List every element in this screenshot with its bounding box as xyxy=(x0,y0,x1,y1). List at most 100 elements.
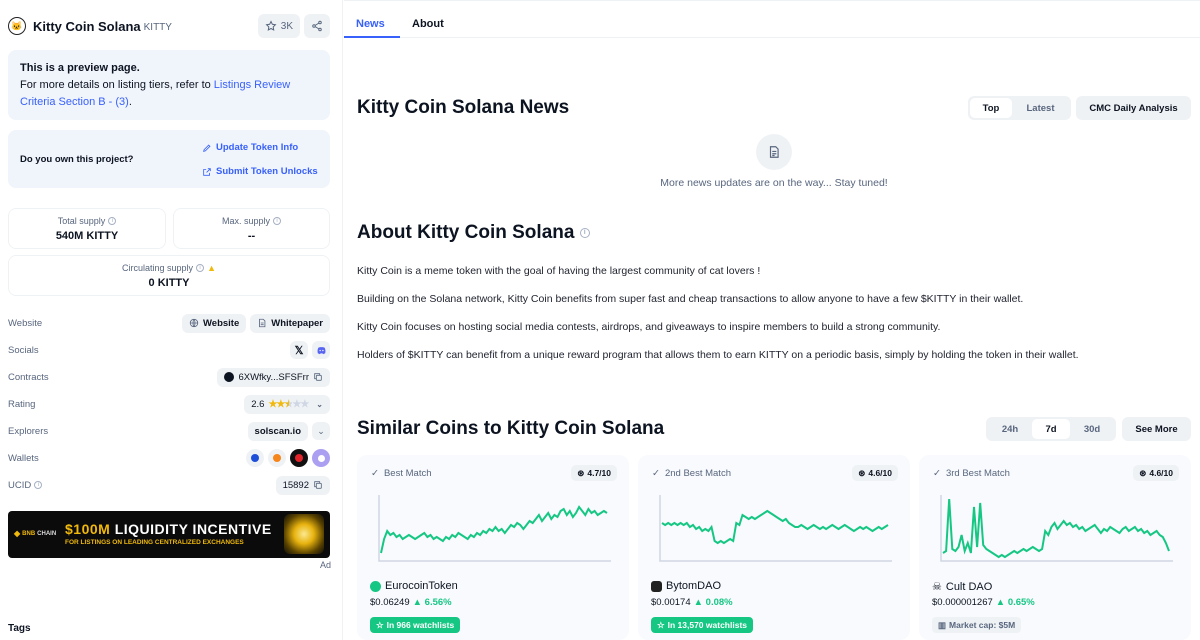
sparkline-series xyxy=(661,509,889,545)
document-icon xyxy=(259,318,266,328)
ad-label: Ad xyxy=(320,560,332,570)
score-icon: ⊛ xyxy=(1139,467,1147,478)
website-row: Website Website Whitepaper xyxy=(8,313,330,333)
match-label: 3rd Best Match xyxy=(945,468,1010,479)
rating-value: 2.6 xyxy=(251,398,265,410)
preview-notice: This is a preview page. For more details… xyxy=(8,50,330,120)
info-icon[interactable]: i xyxy=(196,264,205,272)
circulating-supply-value: 0 KITTY xyxy=(148,277,190,289)
similar-coin-card[interactable]: ✓ 2nd Best Match ⊛ 4.6/10 BytomDAO $0.0017… xyxy=(638,455,910,640)
ad-banner[interactable]: ◆ BNB CHAIN $100M LIQUIDITY INCENTIVE FOR … xyxy=(8,511,330,558)
explorer-link[interactable]: solscan.io xyxy=(247,421,308,441)
explorer-value: solscan.io xyxy=(254,425,301,437)
total-supply-value: 540M KITTY xyxy=(55,230,119,242)
coin-price: $0.000001267 xyxy=(932,597,993,608)
star-icon: ☆ xyxy=(657,619,665,630)
external-link-icon xyxy=(203,167,211,176)
cmc-daily-analysis-button[interactable]: CMC Daily Analysis xyxy=(1076,96,1191,120)
coin-logo-icon xyxy=(651,580,662,592)
copy-icon xyxy=(314,481,322,489)
wallet-icon-4[interactable] xyxy=(312,449,330,467)
about-title-text: About Kitty Coin Solana xyxy=(357,222,575,243)
wallet-icon-2[interactable] xyxy=(268,449,286,467)
up-arrow-icon: ▲ xyxy=(412,597,425,608)
coin-header: 🐱 Kitty Coin Solana KITTY 3K xyxy=(8,14,330,38)
star-count: 3K xyxy=(280,20,293,32)
website-button-label: Website xyxy=(203,317,240,329)
wallet-icon-1[interactable] xyxy=(246,449,264,467)
news-document-icon xyxy=(756,134,792,170)
match-score: ⊛ 4.6/10 xyxy=(1133,465,1179,481)
socials-row: Socials 𝕏 xyxy=(8,340,330,360)
coin-logo-icon xyxy=(370,580,381,592)
about-paragraph-2: Building on the Solana network, Kitty Co… xyxy=(357,293,1024,305)
score-icon: ⊛ xyxy=(858,467,866,478)
tab-news[interactable]: News xyxy=(356,18,385,30)
update-token-info-label: Update Token Info xyxy=(216,142,299,153)
rating-label: Rating xyxy=(8,398,36,410)
similar-range-filter: 24h 7d 30d xyxy=(986,417,1116,441)
website-label: Website xyxy=(8,317,43,329)
about-paragraph-3: Kitty Coin focuses on hosting social med… xyxy=(357,321,941,333)
see-more-button[interactable]: See More xyxy=(1122,417,1191,441)
range-7d[interactable]: 7d xyxy=(1032,419,1070,439)
contracts-row: Contracts 6XWfky...SFSFrr xyxy=(8,367,330,387)
share-button[interactable] xyxy=(304,14,330,38)
banner-brand: BNB xyxy=(22,530,36,537)
info-icon[interactable]: i xyxy=(34,481,43,489)
info-icon[interactable]: i xyxy=(108,217,117,225)
bnb-diamond-icon: ◆ xyxy=(14,529,21,538)
match-score: ⊛ 4.7/10 xyxy=(571,465,617,481)
submit-token-unlocks-link[interactable]: Submit Token Unlocks xyxy=(202,166,318,177)
ucid-copy-button[interactable]: 15892 xyxy=(275,475,330,495)
share-icon xyxy=(312,20,322,32)
rating-dropdown[interactable]: 2.6 ★★★★★ ⌄ xyxy=(244,394,330,414)
range-24h[interactable]: 24h xyxy=(988,419,1032,439)
contract-address-button[interactable]: 6XWfky...SFSFrr xyxy=(217,367,330,387)
checkmark-icon: ✓ xyxy=(371,468,379,479)
ucid-value: 15892 xyxy=(282,479,309,491)
coin-change: 0.65% xyxy=(1007,597,1035,608)
sparkline-chart xyxy=(659,495,892,562)
rating-row: Rating 2.6 ★★★★★ ⌄ xyxy=(8,394,330,414)
explorers-dropdown-chevron-icon[interactable]: ⌄ xyxy=(312,422,330,440)
warning-icon[interactable]: ▲ xyxy=(207,263,216,273)
rating-stars: ★★★★★ xyxy=(268,398,309,410)
watchlist-star-button[interactable]: 3K xyxy=(257,14,300,38)
market-cap-pill-text: Market cap: $5M xyxy=(949,620,1016,630)
news-filter-top[interactable]: Top xyxy=(970,98,1012,118)
wallet-icon-3[interactable] xyxy=(290,449,308,467)
tab-about[interactable]: About xyxy=(412,18,444,30)
news-title: Kitty Coin Solana News xyxy=(357,97,570,118)
news-empty-message: More news updates are on the way... Stay… xyxy=(660,177,888,189)
coin-change: 6.56% xyxy=(424,597,452,608)
checkmark-icon: ✓ xyxy=(652,468,660,479)
sparkline-series xyxy=(380,505,608,554)
website-button[interactable]: Website xyxy=(182,313,247,333)
watchlist-pill: ☆ In 13,570 watchlists xyxy=(651,617,753,633)
discord-icon[interactable] xyxy=(312,341,330,359)
wallets-row: Wallets xyxy=(8,448,330,468)
socials-label: Socials xyxy=(8,344,39,356)
solana-icon xyxy=(224,372,235,382)
circulating-supply-card: Circulating supply i ▲ 0 KITTY xyxy=(8,255,330,296)
sparkline-chart xyxy=(940,495,1173,562)
range-30d[interactable]: 30d xyxy=(1070,419,1114,439)
banner-headline: $100M LIQUIDITY INCENTIVE xyxy=(65,521,272,537)
similar-coin-card[interactable]: ✓ 3rd Best Match ⊛ 4.6/10 ☠ Cult DAO $0.000… xyxy=(919,455,1191,640)
similar-coin-card[interactable]: ✓ Best Match ⊛ 4.7/10 EurocoinToken $0.062… xyxy=(357,455,629,640)
copy-icon[interactable] xyxy=(313,372,323,382)
coin-name: Kitty Coin Solana xyxy=(33,18,141,34)
explorers-label: Explorers xyxy=(8,425,49,437)
update-token-info-link[interactable]: Update Token Info xyxy=(202,142,298,153)
info-icon[interactable]: i xyxy=(579,227,590,238)
watchlist-pill: ☆ In 966 watchlists xyxy=(370,617,461,633)
match-label: 2nd Best Match xyxy=(664,468,731,479)
explorers-row: Explorers solscan.io ⌄ xyxy=(8,421,330,441)
preview-text: For more details on listing tiers, refer… xyxy=(20,79,214,91)
bnb-chain-logo: ◆ BNB CHAIN xyxy=(14,529,56,538)
news-filter-latest[interactable]: Latest xyxy=(1012,98,1069,118)
x-twitter-icon[interactable]: 𝕏 xyxy=(290,341,308,359)
whitepaper-button[interactable]: Whitepaper xyxy=(250,313,330,333)
info-icon[interactable]: i xyxy=(273,217,282,225)
